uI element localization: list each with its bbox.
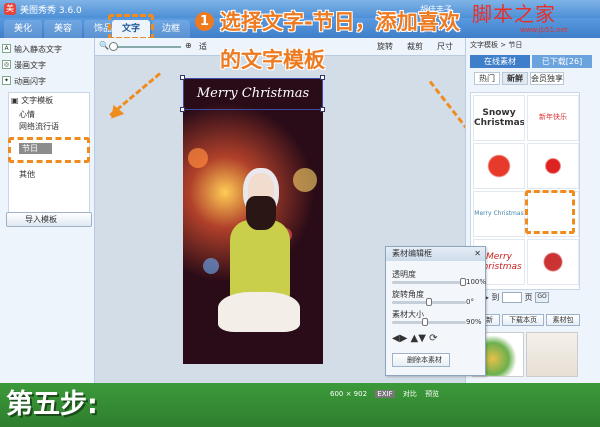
resize-handle[interactable] [320, 107, 325, 112]
static-text-item[interactable]: A 输入静态文字 [2, 44, 62, 55]
folder-icon: ▣ [11, 96, 22, 105]
tree-title[interactable]: ▣ 文字模板 [11, 95, 53, 106]
template-cell[interactable] [527, 143, 579, 189]
pager-page: 页 [524, 293, 533, 302]
subtab-hot[interactable]: 热门 [474, 72, 500, 85]
opacity-slider[interactable] [392, 278, 466, 286]
rotate-button[interactable]: 旋转 [377, 41, 393, 52]
delete-label: 删除本素材 [407, 356, 442, 364]
exif-badge[interactable]: EXIF [375, 390, 395, 398]
template-cell[interactable]: 新年快乐 [527, 95, 579, 141]
subtab-new[interactable]: 新鲜 [502, 72, 528, 85]
rotate-value: 0° [466, 298, 474, 306]
pager-to: 到 [491, 293, 500, 302]
zoom-knob[interactable] [109, 42, 118, 51]
step-badge: 1 [195, 12, 214, 31]
tree-item-internet[interactable]: 网络流行语 [19, 121, 59, 132]
close-icon[interactable]: ✕ [474, 247, 481, 261]
go-button[interactable]: GO [535, 292, 550, 303]
thumbnail[interactable] [526, 332, 578, 377]
template-cell[interactable]: Merry Christmas [473, 191, 525, 237]
image-dimensions: 600 × 902 [330, 390, 368, 398]
rotate-label: 旋转角度 [392, 290, 424, 299]
editor-title: 素材编辑框 [392, 249, 432, 258]
zoom-slider[interactable] [109, 42, 181, 51]
opacity-label: 透明度 [392, 270, 416, 279]
resize-handle[interactable] [180, 75, 185, 80]
asset-pack-button[interactable]: 素材包 [546, 314, 580, 326]
bokeh-light [203, 258, 219, 274]
compare-button[interactable]: 对比 [403, 389, 417, 399]
bokeh-light [293, 168, 317, 192]
rotate-slider[interactable] [392, 298, 466, 306]
template-cell[interactable] [473, 143, 525, 189]
opacity-value: 100% [466, 278, 487, 286]
comic-text-item[interactable]: ◎ 漫画文字 [2, 60, 46, 71]
tab-downloaded[interactable]: 已下载[26] [532, 55, 592, 68]
zoom-out-icon[interactable]: 🔍 [99, 41, 109, 50]
photo-subject-coat [230, 220, 290, 300]
app-title: 美图秀秀 3.6.0 [20, 6, 82, 16]
asset-editor-panel: 素材编辑框 ✕ 透明度 100% 旋转角度 0° 素材大小 90% ◀▶ ▲▼ ⟳… [385, 246, 486, 376]
panel-breadcrumb[interactable]: 文字模板 > 节日 [470, 40, 522, 50]
merry-christmas-text[interactable]: Merry Christmas [183, 78, 323, 110]
tab-border[interactable]: 边框 [152, 20, 190, 38]
size-slider[interactable] [392, 318, 466, 326]
delete-asset-button[interactable]: 删除本素材 [392, 353, 450, 367]
site-url: www.jb51.net [520, 26, 568, 34]
text-icon: A [2, 44, 11, 53]
size-label: 素材大小 [392, 310, 424, 319]
tab-beautify[interactable]: 美化 [4, 20, 42, 38]
app-icon: 美 [4, 3, 16, 15]
status-info: 600 × 902 EXIF 对比 预览 [330, 389, 445, 403]
import-label: 导入模板 [25, 215, 57, 224]
flash-text-label: 动画闪字 [14, 77, 46, 86]
flash-text-item[interactable]: ✦ 动画闪字 [2, 76, 46, 87]
highlight-festival [8, 137, 90, 163]
tab-online[interactable]: 在线素材 [470, 55, 530, 68]
zoom-in-icon[interactable]: ⊕ [185, 41, 192, 50]
download-page-button[interactable]: 下载本页 [502, 314, 544, 326]
tree-item-mood[interactable]: 心情 [19, 109, 35, 120]
tree-title-label: 文字模板 [21, 96, 54, 105]
size-knob[interactable] [422, 318, 428, 326]
preview-button[interactable]: 预览 [425, 389, 439, 399]
step-label: 第五步: [6, 389, 98, 420]
comic-icon: ◎ [2, 60, 11, 69]
static-text-label: 输入静态文字 [14, 45, 62, 54]
highlight-text-tab [108, 14, 154, 40]
subtab-vip[interactable]: 会员独享 [530, 72, 564, 85]
crop-button[interactable]: 裁剪 [407, 41, 423, 52]
template-cell[interactable]: Snowy Christmas! [473, 95, 525, 141]
photo-subject-skirt [218, 292, 300, 332]
instruction-line1: 选择文字-节日，添加喜欢 [220, 10, 460, 34]
rotate-knob[interactable] [426, 298, 432, 306]
bokeh-light [188, 148, 208, 168]
resize-handle[interactable] [320, 75, 325, 80]
left-panel: A 输入静态文字 ◎ 漫画文字 ✦ 动画闪字 ▣ 文字模板 心情 网络流行语 节日 其… [0, 38, 95, 383]
comic-text-label: 漫画文字 [14, 61, 46, 70]
page-input[interactable] [501, 292, 522, 303]
size-value: 90% [466, 318, 482, 326]
photo-subject-hair [246, 196, 276, 230]
template-cell[interactable] [527, 239, 579, 285]
import-template-button[interactable]: 导入模板 [6, 212, 92, 227]
flip-icons[interactable]: ◀▶ ▲▼ ⟳ [392, 333, 438, 344]
highlight-template [525, 190, 575, 234]
tab-beauty[interactable]: 美容 [44, 20, 82, 38]
tree-item-other[interactable]: 其他 [19, 169, 35, 180]
size-button[interactable]: 尺寸 [437, 41, 453, 52]
fit-button[interactable]: 适 [199, 41, 207, 52]
editor-header[interactable]: 素材编辑框 ✕ [386, 247, 485, 261]
instruction-line2: 的文字模板 [220, 48, 325, 72]
flash-icon: ✦ [2, 76, 11, 85]
resize-handle[interactable] [180, 107, 185, 112]
